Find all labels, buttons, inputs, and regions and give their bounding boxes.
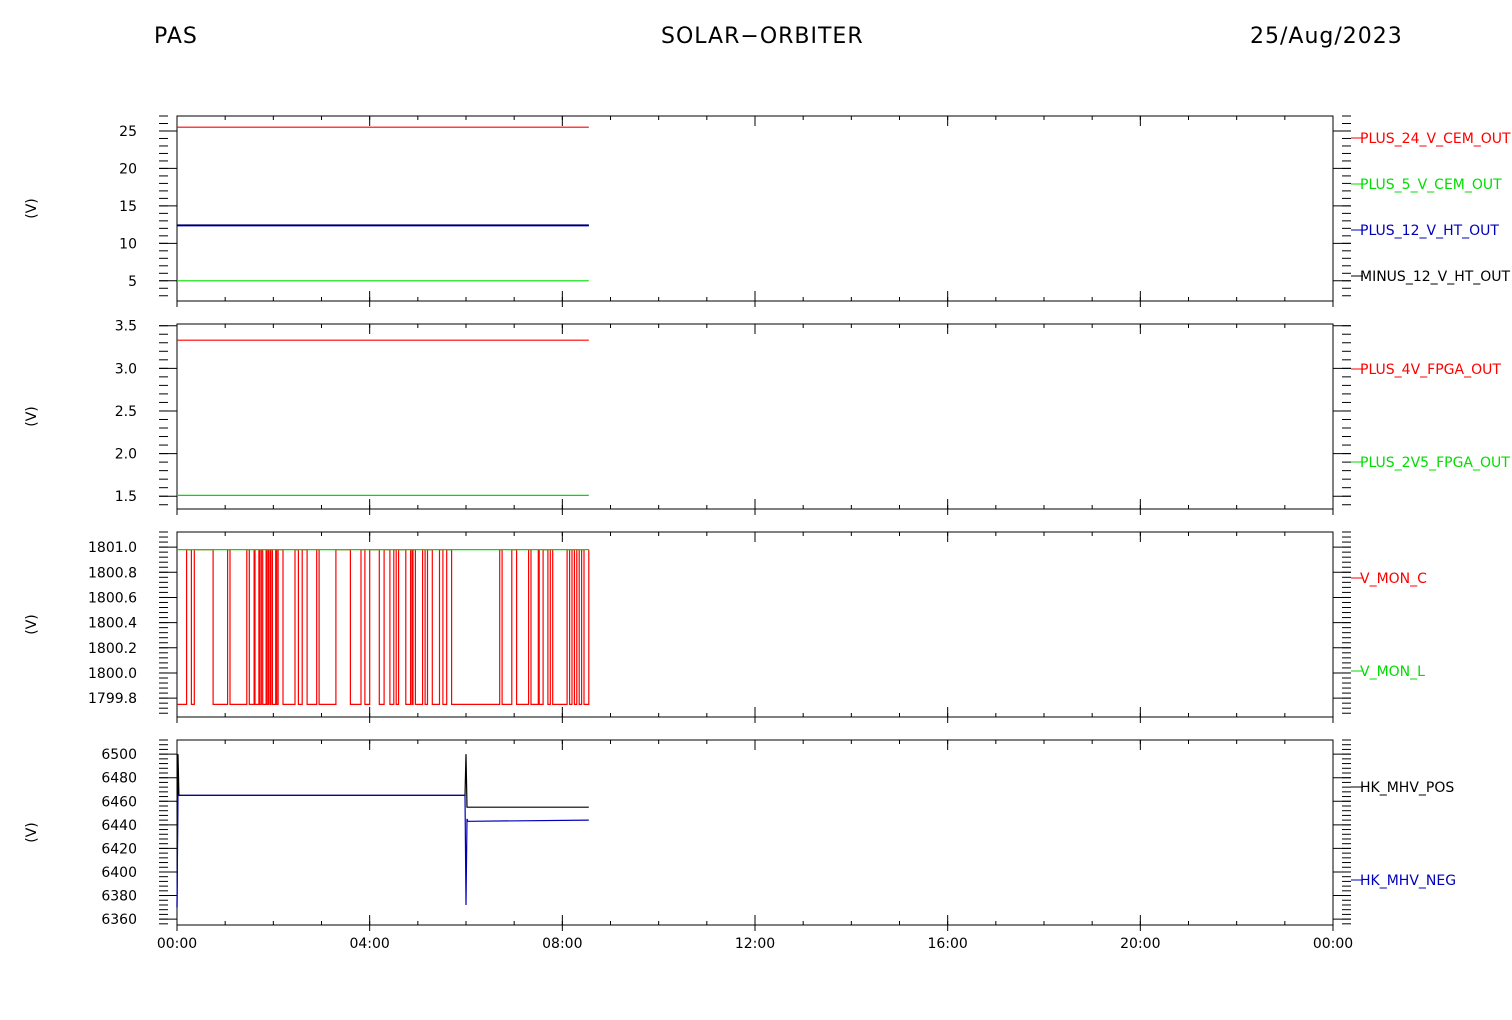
legend-label: V_MON_C (1360, 571, 1427, 587)
panel-1-frame (176, 115, 1334, 302)
legend-label: PLUS_24_V_CEM_OUT (1360, 131, 1511, 147)
panel-1-ylabel: (V) (24, 198, 40, 219)
y-tick-label: 6380 (101, 889, 137, 905)
y-tick-label: 20 (119, 161, 137, 177)
y-tick-label: 6480 (101, 771, 137, 787)
y-tick-label: 1801.0 (88, 540, 137, 556)
panel-2-frame (176, 323, 1334, 510)
y-tick-label: 25 (119, 124, 137, 140)
y-tick-label: 10 (119, 236, 137, 252)
y-tick-label: 3.5 (115, 319, 137, 335)
x-tick-label: 00:00 (1313, 936, 1353, 952)
series-v-mon-c (177, 548, 590, 706)
series-hk-mhv-pos (176, 754, 589, 908)
y-tick-label: 6360 (101, 912, 137, 928)
legend-label: PLUS_5_V_CEM_OUT (1360, 177, 1502, 193)
y-tick-label: 2.5 (115, 404, 137, 420)
y-tick-label: 6400 (101, 865, 137, 881)
x-tick-label: 08:00 (542, 936, 582, 952)
x-tick-label: 04:00 (349, 936, 389, 952)
y-tick-label: 1800.0 (88, 666, 137, 682)
y-tick-label: 1800.4 (88, 616, 137, 632)
y-tick-label: 1800.6 (88, 590, 137, 606)
x-tick-label: 16:00 (927, 936, 967, 952)
y-tick-label: 1800.8 (88, 565, 137, 581)
legend-label: PLUS_4V_FPGA_OUT (1360, 362, 1501, 378)
y-tick-label: 5 (128, 274, 137, 290)
y-tick-label: 15 (119, 199, 137, 215)
y-tick-label: 6440 (101, 818, 137, 834)
housekeeping-chart: (V) 5 10 15 20 25 PLUS_24_V_CEM_OUT PLUS_5_V_CE… (24, 115, 1511, 952)
panel-3-ylabel: (V) (24, 614, 40, 635)
legend-label: PLUS_2V5_FPGA_OUT (1360, 455, 1510, 471)
y-tick-label: 1799.8 (88, 691, 137, 707)
legend-label: HK_MHV_POS (1360, 780, 1454, 796)
panel-4-frame (176, 739, 1334, 926)
y-tick-label: 1.5 (115, 489, 137, 505)
x-tick-label: 12:00 (735, 936, 775, 952)
x-tick-label: 20:00 (1120, 936, 1160, 952)
y-tick-label: 6460 (101, 794, 137, 810)
x-tick-label: 00:00 (157, 936, 197, 952)
legend-label: PLUS_12_V_HT_OUT (1360, 223, 1499, 239)
legend-label: MINUS_12_V_HT_OUT (1360, 269, 1511, 285)
y-tick-label: 6500 (101, 747, 137, 763)
legend-label: V_MON_L (1360, 664, 1425, 680)
y-tick-label: 3.0 (115, 361, 137, 377)
legend-label: HK_MHV_NEG (1360, 873, 1456, 889)
y-tick-label: 2.0 (115, 447, 137, 463)
panel-2-ylabel: (V) (24, 406, 40, 427)
y-tick-label: 6420 (101, 841, 137, 857)
panel-4-ylabel: (V) (24, 822, 40, 843)
series-hk-mhv-neg (176, 794, 589, 908)
y-tick-label: 1800.2 (88, 641, 137, 657)
